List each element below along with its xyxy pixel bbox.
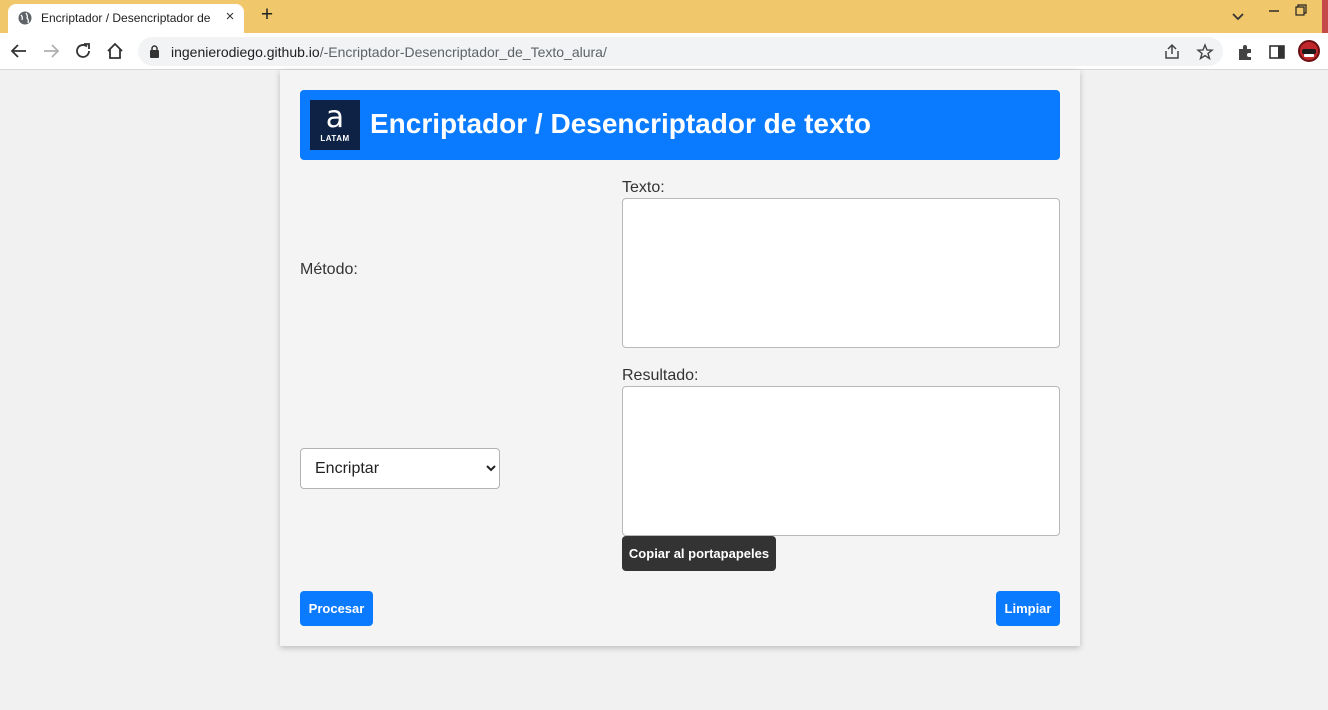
reload-icon[interactable] (72, 40, 94, 62)
globe-icon (18, 11, 32, 25)
profile-avatar[interactable] (1298, 40, 1320, 62)
back-arrow-icon[interactable] (8, 40, 30, 62)
app-container: a LATAM Encriptador / Desencriptador de … (280, 70, 1080, 646)
restore-window-icon[interactable] (1293, 2, 1309, 18)
avatar-graphic-detail (1304, 54, 1314, 57)
browser-toolbar: ingenierodiego.github.io/-Encriptador-De… (0, 33, 1328, 70)
lock-icon[interactable] (149, 45, 160, 58)
tab-close-icon[interactable]: × (222, 8, 238, 26)
copy-to-clipboard-button[interactable]: Copiar al portapapeles (622, 536, 776, 571)
url-host: ingenierodiego.github.io (171, 44, 320, 60)
texto-input[interactable] (622, 198, 1060, 348)
url-path: /-Encriptador-Desencriptador_de_Texto_al… (319, 44, 607, 60)
alura-latam-logo: a LATAM (310, 100, 360, 150)
extensions-puzzle-icon[interactable] (1235, 42, 1255, 62)
new-tab-icon[interactable]: + (255, 4, 279, 28)
logo-glyph: a (325, 100, 345, 135)
logo-subtitle: LATAM (320, 134, 350, 143)
method-select[interactable]: Encriptar (300, 448, 500, 489)
forward-arrow-icon[interactable] (40, 40, 62, 62)
tab-title: Encriptador / Desencriptador de texto (41, 11, 211, 25)
method-label: Método: (300, 261, 358, 278)
home-icon[interactable] (104, 40, 126, 62)
bookmark-star-icon[interactable] (1196, 43, 1214, 61)
app-header: a LATAM Encriptador / Desencriptador de … (300, 90, 1060, 160)
process-button[interactable]: Procesar (300, 591, 373, 626)
resultado-label: Resultado: (622, 367, 699, 384)
clear-button[interactable]: Limpiar (996, 591, 1060, 626)
page-title: Encriptador / Desencriptador de texto (370, 108, 871, 139)
browser-tab[interactable]: Encriptador / Desencriptador de texto × (8, 4, 244, 33)
tab-search-chevron-icon[interactable] (1228, 6, 1248, 26)
address-bar[interactable]: ingenierodiego.github.io/-Encriptador-De… (138, 37, 1223, 66)
texto-label: Texto: (622, 179, 665, 196)
minimize-icon[interactable] (1266, 2, 1282, 18)
share-icon[interactable] (1163, 43, 1181, 61)
side-panel-icon[interactable] (1267, 42, 1287, 62)
browser-tabstrip: Encriptador / Desencriptador de texto × … (0, 0, 1328, 33)
url-text[interactable]: ingenierodiego.github.io/-Encriptador-De… (171, 44, 607, 60)
resultado-output[interactable] (622, 386, 1060, 536)
close-window-button[interactable] (1322, 0, 1328, 33)
